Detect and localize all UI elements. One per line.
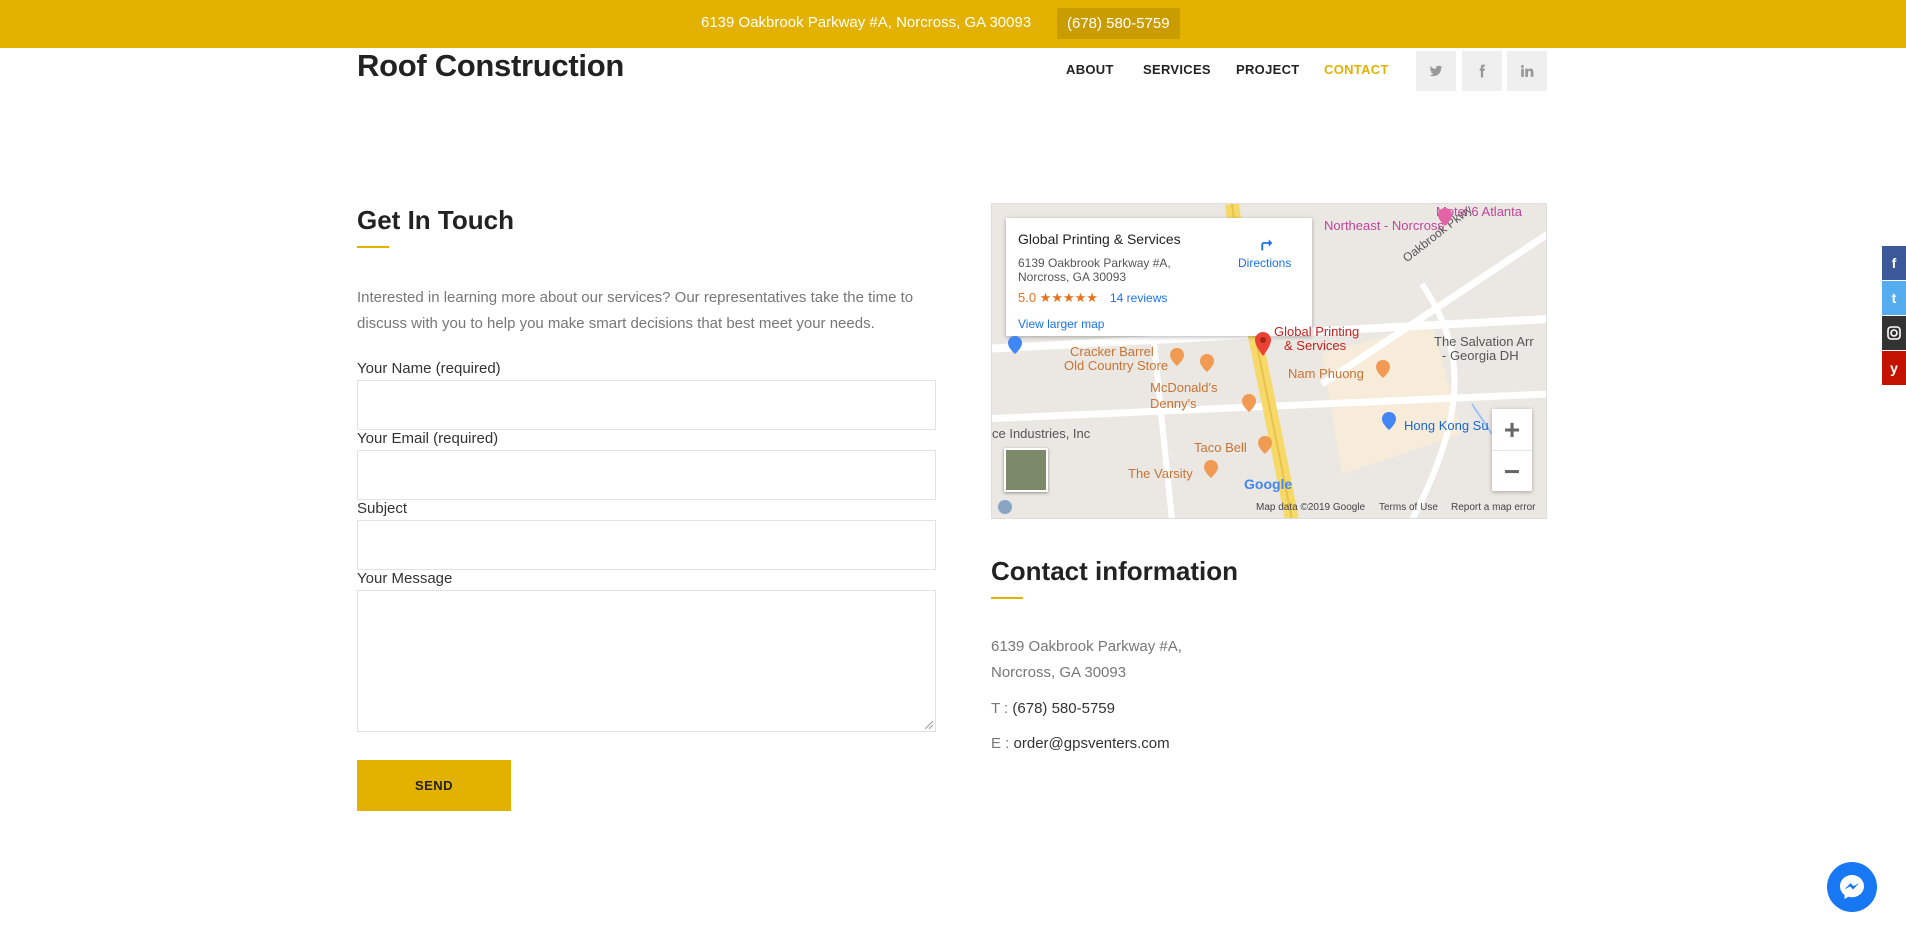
zoom-controls: + − (1492, 409, 1532, 491)
facebook-button[interactable] (1462, 51, 1502, 91)
subject-input[interactable] (357, 520, 936, 570)
twitter-button[interactable] (1416, 51, 1456, 91)
resize-handle-icon[interactable] (925, 721, 933, 729)
title-underline (357, 246, 389, 248)
send-button[interactable]: SEND (357, 760, 511, 811)
contact-underline (991, 597, 1023, 599)
map-label-salvation2: - Georgia DH (1442, 348, 1519, 363)
name-input[interactable] (357, 380, 936, 430)
restaurant-pin-icon (1258, 436, 1272, 454)
nav-contact[interactable]: CONTACT (1324, 62, 1389, 77)
twitter-icon (1429, 65, 1443, 77)
place-reviews-link[interactable]: 14 reviews (1110, 291, 1167, 305)
satellite-toggle[interactable] (1004, 448, 1048, 492)
zoom-out-button[interactable]: − (1492, 451, 1532, 492)
messenger-chat-button[interactable] (1827, 862, 1877, 912)
google-logo: Google (1244, 476, 1293, 492)
place-address-line1: 6139 Oakbrook Parkway #A, (1018, 256, 1171, 270)
directions-link[interactable]: Directions (1238, 256, 1291, 270)
pegman-icon[interactable] (998, 500, 1012, 514)
contact-email-row: E : order@gpsventers.com (991, 735, 1170, 752)
yelp-icon: y (1890, 360, 1898, 376)
site-logo[interactable]: Roof Construction (357, 48, 624, 84)
linkedin-button[interactable] (1507, 51, 1547, 91)
place-address-line2: Norcross, GA 30093 (1018, 270, 1127, 284)
map-label-varsity: The Varsity (1128, 466, 1193, 481)
form-intro: Interested in learning more about our se… (357, 289, 914, 332)
google-map[interactable]: Global Printing & Services 6139 Oakbrook… (991, 203, 1547, 519)
map-label-mcdonalds: McDonald's (1150, 380, 1218, 395)
email-input[interactable] (357, 450, 936, 500)
restaurant-pin-icon (1376, 360, 1390, 378)
facebook-icon (1479, 64, 1485, 78)
restaurant-pin-icon (1170, 348, 1184, 366)
contact-address-line2: Norcross, GA 30093 (991, 664, 1127, 681)
topbar-address: 6139 Oakbrook Parkway #A, Norcross, GA 3… (701, 14, 1032, 31)
restaurant-pin-icon (1200, 354, 1214, 372)
terms-link[interactable]: Terms of Use (1379, 502, 1438, 513)
place-card: Global Printing & Services 6139 Oakbrook… (1006, 218, 1312, 336)
email-prefix: E : (991, 735, 1014, 752)
restaurant-pin-icon (1204, 460, 1218, 478)
map-pin-icon[interactable] (1255, 332, 1271, 356)
restaurant-pin-icon (1242, 394, 1256, 412)
map-data-text: Map data ©2019 Google (1256, 502, 1366, 513)
map-label-namphuong: Nam Phuong (1288, 366, 1364, 381)
place-rating: 5.0 ★★★★★ (1018, 290, 1098, 305)
map-label-pin1: Global Printing (1274, 324, 1360, 339)
messenger-icon (1840, 875, 1864, 899)
map-label-cracker1: Cracker Barrel (1070, 344, 1154, 359)
place-name: Global Printing & Services (1018, 231, 1181, 247)
contact-email-link[interactable]: order@gpsventers.com (1014, 735, 1170, 752)
map-label-pin2: & Services (1284, 338, 1347, 353)
shopping-pin-icon (1008, 336, 1022, 354)
subject-label: Subject (357, 500, 408, 517)
twitter-icon: t (1891, 290, 1897, 306)
form-title: Get In Touch (357, 205, 514, 235)
side-twitter-button[interactable]: t (1882, 281, 1906, 315)
contact-title: Contact information (991, 556, 1238, 586)
view-larger-map-link[interactable]: View larger map (1018, 317, 1104, 331)
message-label: Your Message (357, 570, 453, 587)
map-label-dennys: Denny's (1150, 396, 1197, 411)
side-instagram-button[interactable] (1882, 316, 1906, 350)
side-yelp-button[interactable]: y (1882, 351, 1906, 385)
contact-phone-link[interactable]: (678) 580-5759 (1012, 700, 1115, 717)
name-label: Your Name (required) (357, 360, 501, 377)
contact-phone-row: T : (678) 580-5759 (991, 700, 1115, 717)
nav-project[interactable]: PROJECT (1236, 62, 1300, 77)
topbar-phone-button[interactable]: (678) 580-5759 (1057, 8, 1180, 39)
map-label-cracker2: Old Country Store (1064, 358, 1169, 373)
map-label-salvation1: The Salvation Arr (1434, 334, 1534, 349)
phone-prefix: T : (991, 700, 1013, 717)
contact-address-line1: 6139 Oakbrook Parkway #A, (991, 638, 1182, 655)
zoom-in-button[interactable]: + (1492, 409, 1532, 450)
email-label: Your Email (required) (357, 430, 499, 447)
shopping-pin-icon (1382, 412, 1396, 430)
nav-services[interactable]: SERVICES (1143, 62, 1211, 77)
linkedin-icon (1520, 64, 1534, 77)
map-label-northeast: Northeast - Norcross (1324, 218, 1444, 233)
facebook-icon: f (1891, 255, 1897, 271)
report-error-link[interactable]: Report a map error (1451, 502, 1535, 513)
directions-icon[interactable] (1254, 232, 1276, 254)
hotel-pin-icon (1438, 208, 1452, 226)
instagram-icon (1887, 326, 1901, 340)
map-label-industries: ce Industries, Inc (992, 426, 1091, 441)
side-facebook-button[interactable]: f (1882, 246, 1906, 280)
map-label-hongkong: Hong Kong Su (1404, 418, 1489, 433)
top-bar: 6139 Oakbrook Parkway #A, Norcross, GA 3… (0, 0, 1906, 48)
nav-about[interactable]: ABOUT (1066, 62, 1114, 77)
map-label-tacobell: Taco Bell (1194, 440, 1247, 455)
message-textarea[interactable] (357, 590, 936, 732)
